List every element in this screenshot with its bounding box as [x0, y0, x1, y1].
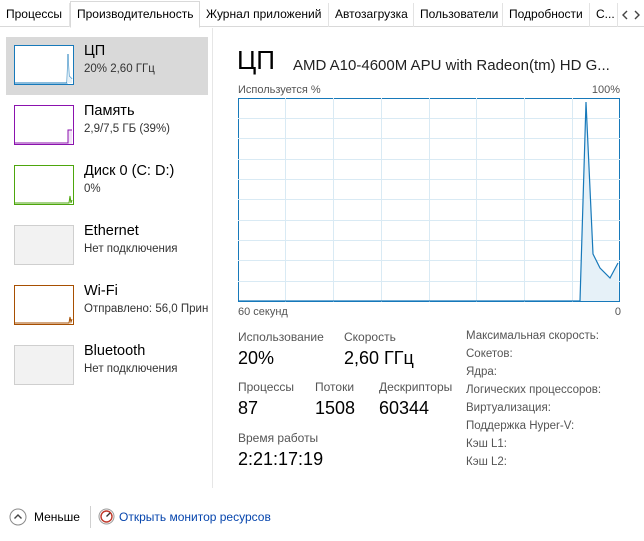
- spec-l2-cache-label: Кэш L2:: [466, 456, 507, 468]
- processes-value: 87: [238, 398, 259, 418]
- resource-sidebar: ЦП 20% 2,60 ГГц Память 2,9/7,5 ГБ (39%) …: [0, 28, 212, 488]
- sidebar-item-subtitle: Нет подключения: [84, 243, 178, 255]
- wifi-thumbnail-graph: [14, 285, 74, 325]
- tab-performance[interactable]: Производительность: [70, 1, 200, 28]
- footer-divider: [90, 506, 91, 528]
- fewer-details-button[interactable]: [9, 508, 27, 526]
- usage-label: Использование: [238, 330, 324, 344]
- tab-details[interactable]: Подробности: [503, 3, 590, 27]
- processes-label: Процессы: [238, 380, 295, 394]
- sidebar-item-ethernet[interactable]: Ethernet Нет подключения: [6, 217, 208, 275]
- speed-label: Скорость: [344, 330, 396, 344]
- tab-bar: Процессы Производительность Журнал прило…: [0, 0, 644, 28]
- uptime-label: Время работы: [238, 431, 319, 445]
- sidebar-item-title: Память: [84, 103, 135, 119]
- sidebar-item-bluetooth[interactable]: Bluetooth Нет подключения: [6, 337, 208, 395]
- tab-scroll-arrow-icon: [622, 10, 640, 20]
- tab-label: Подробности: [509, 7, 583, 21]
- sidebar-item-title: Bluetooth: [84, 343, 146, 359]
- sidebar-item-subtitle: Отправлено: 56,0 Прин: [84, 303, 209, 315]
- spec-max-speed-label: Максимальная скорость:: [466, 330, 599, 342]
- tab-services[interactable]: С...: [590, 3, 618, 27]
- cpu-usage-graph[interactable]: [238, 98, 620, 302]
- footer-bar: Меньше Открыть монитор ресурсов: [0, 500, 644, 534]
- open-resource-monitor-link[interactable]: Открыть монитор ресурсов: [119, 510, 271, 524]
- usage-value: 20%: [238, 348, 275, 368]
- spec-l1-cache-label: Кэш L1:: [466, 438, 507, 450]
- handles-label: Дескрипторы: [379, 380, 453, 394]
- bluetooth-thumbnail-graph: [14, 345, 74, 385]
- threads-value: 1508: [315, 398, 356, 418]
- memory-thumbnail-graph: [14, 105, 74, 145]
- tab-label: Процессы: [6, 7, 63, 21]
- tab-startup[interactable]: Автозагрузка: [329, 3, 414, 27]
- chevron-up-circle-icon: [9, 508, 27, 526]
- tab-label: С...: [596, 7, 615, 21]
- sidebar-item-memory[interactable]: Память 2,9/7,5 ГБ (39%): [6, 97, 208, 155]
- sidebar-item-disk[interactable]: Диск 0 (C: D:) 0%: [6, 157, 208, 215]
- sidebar-item-title: Диск 0 (C: D:): [84, 163, 175, 179]
- speed-value: 2,60 ГГц: [344, 348, 414, 368]
- handles-value: 60344: [379, 398, 430, 418]
- sidebar-item-title: Wi-Fi: [84, 283, 118, 299]
- graph-axis-label-bottom-left: 60 секунд: [238, 306, 288, 318]
- disk-thumbnail-graph: [14, 165, 74, 205]
- spec-hyperv-label: Поддержка Hyper-V:: [466, 420, 575, 432]
- tab-label: Пользователи: [420, 7, 499, 21]
- tab-label: Автозагрузка: [335, 7, 408, 21]
- graph-axis-label-top-right: 100%: [591, 84, 620, 96]
- cpu-detail-panel: ЦП AMD A10-4600M APU with Radeon(tm) HD …: [213, 28, 644, 488]
- tab-label: Производительность: [77, 7, 194, 21]
- graph-axis-label-top-left: Используется %: [238, 84, 321, 96]
- tab-label: Журнал приложений: [206, 7, 322, 21]
- tab-app-history[interactable]: Журнал приложений: [200, 3, 329, 27]
- sidebar-item-subtitle: 2,9/7,5 ГБ (39%): [84, 123, 171, 135]
- page-title: ЦП: [237, 45, 275, 75]
- sidebar-item-title: Ethernet: [84, 223, 139, 239]
- sidebar-item-subtitle: 0%: [84, 183, 101, 195]
- threads-label: Потоки: [315, 380, 355, 394]
- sidebar-item-cpu[interactable]: ЦП 20% 2,60 ГГц: [6, 37, 208, 95]
- tab-processes[interactable]: Процессы: [0, 3, 70, 27]
- cpu-thumbnail-graph: [14, 45, 74, 85]
- tab-scroll-arrows[interactable]: [620, 6, 642, 24]
- sidebar-item-wifi[interactable]: Wi-Fi Отправлено: 56,0 Прин: [6, 277, 208, 335]
- fewer-details-label[interactable]: Меньше: [34, 510, 80, 524]
- sidebar-item-subtitle: 20% 2,60 ГГц: [84, 63, 155, 75]
- uptime-value: 2:21:17:19: [238, 449, 324, 469]
- cpu-model-name: AMD A10-4600M APU with Radeon(tm) HD G..…: [293, 57, 610, 74]
- resource-monitor-icon: [98, 508, 115, 525]
- spec-logical-processors-label: Логических процессоров:: [466, 384, 602, 396]
- sidebar-item-subtitle: Нет подключения: [84, 363, 178, 375]
- ethernet-thumbnail-graph: [14, 225, 74, 265]
- tab-users[interactable]: Пользователи: [414, 3, 503, 27]
- graph-axis-label-bottom-right: 0: [614, 306, 621, 318]
- sidebar-item-title: ЦП: [84, 43, 106, 59]
- spec-cores-label: Ядра:: [466, 366, 498, 378]
- spec-virtualization-label: Виртуализация:: [466, 402, 551, 414]
- spec-sockets-label: Сокетов:: [466, 348, 513, 360]
